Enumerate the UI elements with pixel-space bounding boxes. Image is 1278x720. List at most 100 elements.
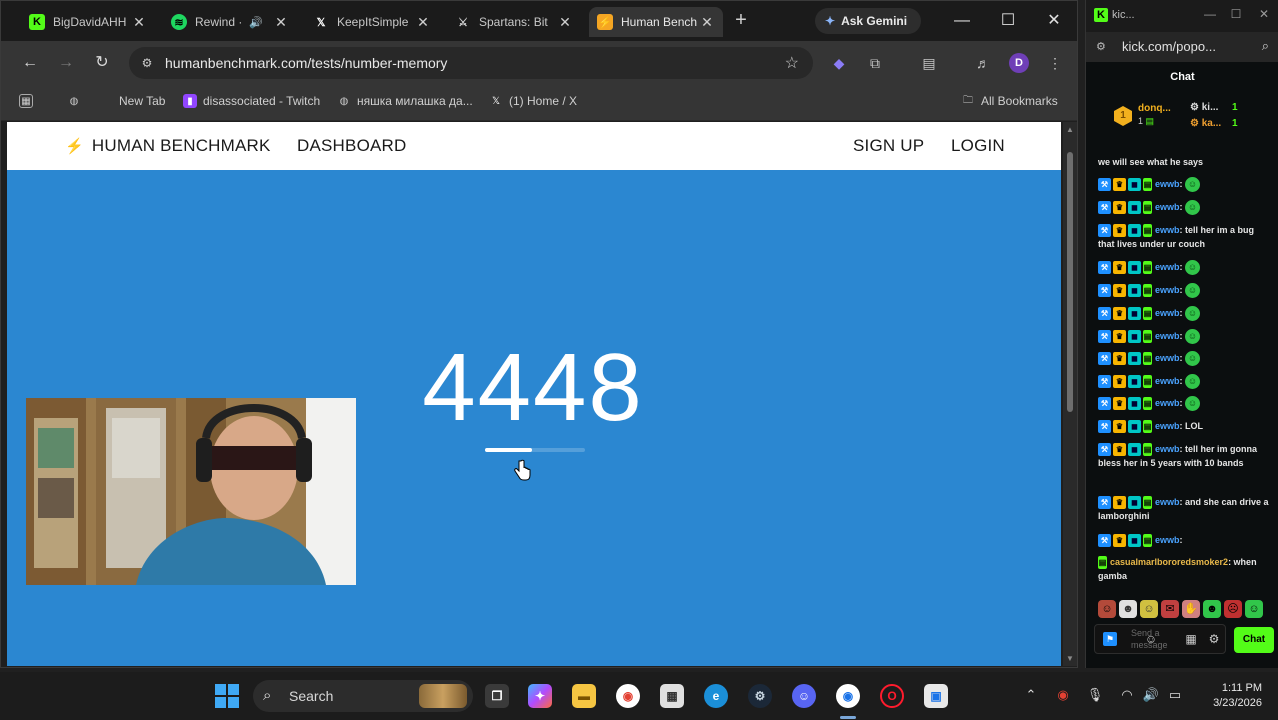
tab-spartans[interactable]: ⚔ Spartans: Bit ✕ xyxy=(447,7,581,37)
menu-icon[interactable]: ⋮ xyxy=(1045,53,1065,73)
emote-icon[interactable]: ☻ xyxy=(1119,600,1137,618)
close-window-button[interactable]: ✕ xyxy=(1256,7,1272,21)
close-icon[interactable]: ✕ xyxy=(273,14,289,31)
user-badges: ⚒ ♛ ◼ ▤ xyxy=(1098,307,1152,321)
x-icon: 𝕏 xyxy=(491,95,501,107)
maximize-button[interactable]: ☐ xyxy=(993,9,1023,33)
apps-icon[interactable]: ▦ xyxy=(19,94,33,108)
chevron-up-icon[interactable]: ⌃ xyxy=(1022,687,1040,703)
chat-username[interactable]: ewwb xyxy=(1155,398,1180,408)
close-icon[interactable]: ✕ xyxy=(699,14,715,31)
bookmark-nyashka[interactable]: ◍ няшка милашка да... xyxy=(337,94,473,108)
send-chat-button[interactable]: Chat xyxy=(1234,627,1274,653)
chat-username[interactable]: ewwb xyxy=(1155,535,1180,545)
tab-x-keepitsimple[interactable]: 𝕏 KeepItSimple ✕ xyxy=(305,7,439,37)
close-icon[interactable]: ✕ xyxy=(415,14,431,31)
chat-username[interactable]: ewwb xyxy=(1155,421,1180,431)
chat-username[interactable]: ewwb xyxy=(1155,285,1180,295)
chrome-icon[interactable]: ◉ xyxy=(616,684,640,708)
tab-kick-bigdavid[interactable]: K BigDavidAHH ✕ xyxy=(21,7,155,37)
windows-start-icon[interactable] xyxy=(215,684,239,708)
minimize-button[interactable]: — xyxy=(1202,7,1218,21)
page-scrollbar[interactable]: ▲ ▼ xyxy=(1063,122,1077,666)
app-icon[interactable]: ▣ xyxy=(924,684,948,708)
battery-icon[interactable]: ▭ xyxy=(1166,687,1184,703)
wifi-icon[interactable]: ◠ xyxy=(1118,687,1136,703)
chat-username[interactable]: ewwb xyxy=(1155,262,1180,272)
file-explorer-icon[interactable]: ▬ xyxy=(572,684,596,708)
emote-icon[interactable]: ✉ xyxy=(1161,600,1179,618)
emote-icon[interactable]: ☻ xyxy=(1203,600,1221,618)
helmet-icon: ⚔ xyxy=(458,16,468,29)
forward-button[interactable]: → xyxy=(55,52,77,74)
site-info-icon[interactable]: ⚙ xyxy=(1096,40,1106,53)
chat-username[interactable]: ewwb xyxy=(1155,376,1180,386)
maximize-button[interactable]: ☐ xyxy=(1228,7,1244,21)
scrollbar-thumb[interactable] xyxy=(1067,152,1073,412)
chat-messages[interactable]: we will see what he says ⚒ ♛ ◼ ▤ ewwb: ☺ ⚒ ♛ ◼ ▤ e… xyxy=(1086,155,1278,595)
emote-icon[interactable]: ☺ xyxy=(1140,600,1158,618)
chat-username[interactable]: ewwb xyxy=(1155,497,1180,507)
minimize-button[interactable]: — xyxy=(947,9,977,33)
chat-username[interactable]: ewwb xyxy=(1155,308,1180,318)
site-logo[interactable]: ⚡ HUMAN BENCHMARK xyxy=(65,136,271,156)
puzzle-icon[interactable]: ⧉ xyxy=(865,53,885,73)
bookmark-new-tab[interactable]: New Tab xyxy=(119,94,165,108)
tab-human-benchmark[interactable]: ⚡ Human Bench ✕ xyxy=(589,7,723,37)
clock[interactable]: 1:11 PM 3/23/2026 xyxy=(1196,681,1262,711)
close-window-button[interactable]: ✕ xyxy=(1039,9,1069,33)
profile-avatar[interactable]: D xyxy=(1009,53,1029,73)
site-info-icon[interactable]: ⚙ xyxy=(139,55,155,71)
close-icon[interactable]: ✕ xyxy=(131,14,147,31)
task-view-icon[interactable]: ❐ xyxy=(485,684,509,708)
chat-username[interactable]: ewwb xyxy=(1155,444,1180,454)
ask-gemini-button[interactable]: ✦ Ask Gemini xyxy=(815,8,921,34)
nav-login[interactable]: LOGIN xyxy=(951,136,1005,156)
store-icon[interactable]: ▦ xyxy=(660,684,684,708)
new-tab-button[interactable]: + xyxy=(731,9,751,33)
tab-search-icon[interactable]: ▤ xyxy=(919,53,939,73)
chat-username[interactable]: ewwb xyxy=(1155,225,1180,235)
back-button[interactable]: ← xyxy=(19,52,41,74)
chrome-icon[interactable]: ◉ xyxy=(836,684,860,708)
reload-button[interactable]: ↻ xyxy=(91,52,113,74)
chat-username[interactable]: ewwb xyxy=(1155,353,1180,363)
bookmark-x-home[interactable]: 𝕏 (1) Home / X xyxy=(489,94,577,108)
zoom-icon[interactable]: ⌕ xyxy=(1262,38,1269,54)
emote-icon[interactable]: ☺ xyxy=(1245,600,1263,618)
discord-icon[interactable]: ☺ xyxy=(792,684,816,708)
scroll-up-icon[interactable]: ▲ xyxy=(1065,125,1075,134)
copilot-icon[interactable]: ✦ xyxy=(528,684,552,708)
emoji-icon[interactable]: ☺ xyxy=(1144,632,1158,646)
emote-icon[interactable]: ☺ xyxy=(1098,600,1116,618)
taskbar-search[interactable]: ⌕ Search xyxy=(253,680,473,712)
close-icon[interactable]: ✕ xyxy=(557,14,573,31)
address-bar[interactable]: ⚙ humanbenchmark.com/tests/number-memory… xyxy=(129,47,813,79)
nav-sign-up[interactable]: SIGN UP xyxy=(853,136,924,156)
chat-username[interactable]: ewwb xyxy=(1155,331,1180,341)
extension-icon[interactable]: ◆ xyxy=(829,53,849,73)
opera-icon[interactable]: O xyxy=(880,684,904,708)
all-bookmarks[interactable]: 🗀 All Bookmarks xyxy=(961,94,1058,108)
settings-icon[interactable]: ⚙ xyxy=(1207,632,1221,646)
volume-icon[interactable]: 🔊 xyxy=(1142,687,1160,703)
steam-icon[interactable]: ⚙ xyxy=(748,684,772,708)
store-icon[interactable]: ▦ xyxy=(1184,632,1198,646)
globe-icon[interactable]: ◍ xyxy=(67,94,81,108)
bookmark-twitch[interactable]: ▮ disassociated - Twitch xyxy=(183,94,320,108)
chat-username[interactable]: ewwb xyxy=(1155,202,1180,212)
edge-icon[interactable]: e xyxy=(704,684,728,708)
chat-username[interactable]: casualmarlbororedsmoker2 xyxy=(1110,557,1228,567)
emote-icon[interactable]: ✋ xyxy=(1182,600,1200,618)
nav-dashboard[interactable]: DASHBOARD xyxy=(297,136,407,156)
emote-icon[interactable]: ☹ xyxy=(1224,600,1242,618)
microphone-icon[interactable]: 🎙 xyxy=(1086,687,1104,703)
tray-app-icon[interactable]: ◉ xyxy=(1054,687,1072,703)
media-control-icon[interactable]: ♬ xyxy=(973,53,993,73)
scroll-down-icon[interactable]: ▼ xyxy=(1065,654,1075,663)
kick-address-bar[interactable]: ⚙ kick.com/popo... ⌕ xyxy=(1086,32,1278,62)
speaker-icon[interactable]: 🔊 xyxy=(249,16,263,29)
bookmark-star-icon[interactable]: ☆ xyxy=(785,53,799,73)
chat-username[interactable]: ewwb xyxy=(1155,179,1180,189)
tab-spotify[interactable]: ≋ Rewind · 🔊 ✕ xyxy=(163,7,297,37)
